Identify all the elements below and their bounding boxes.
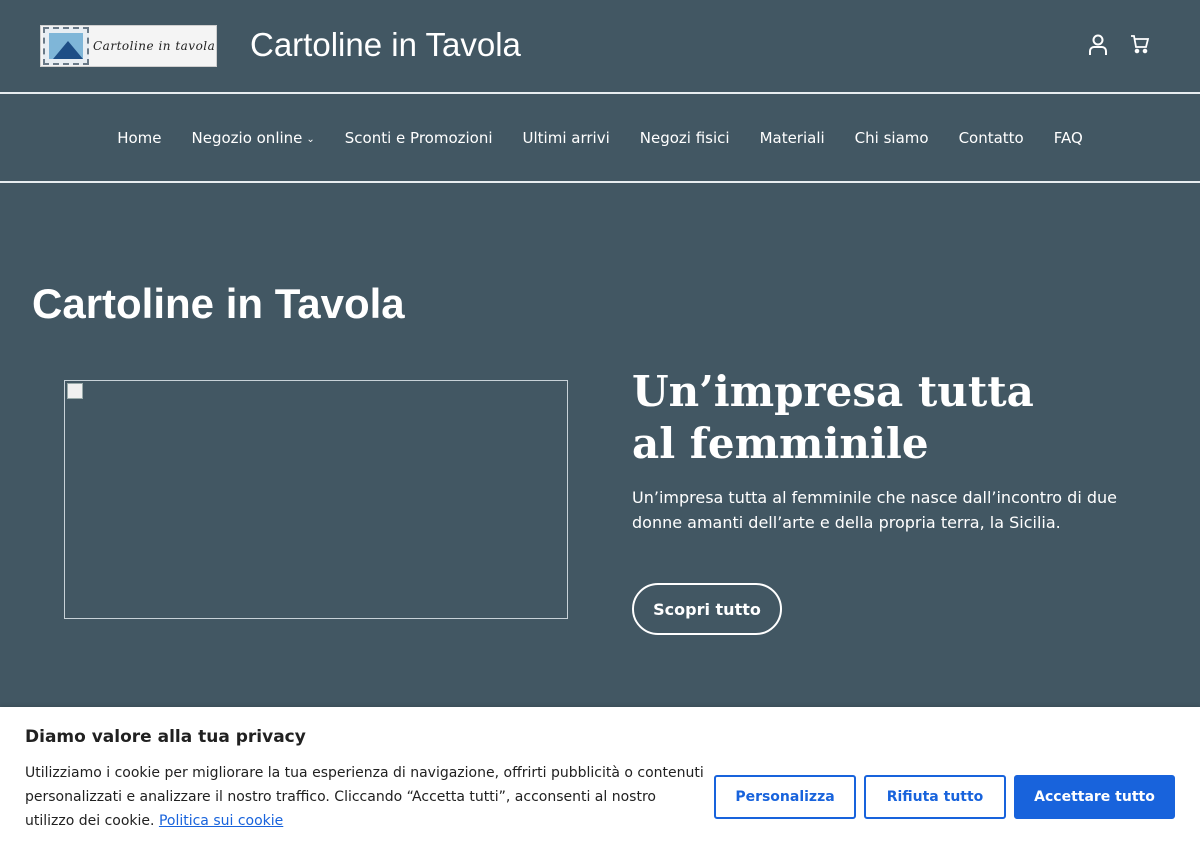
nav-item-chi-siamo[interactable]: Chi siamo [855,129,929,147]
nav-divider [0,181,1200,183]
main-nav: Home Negozio online ⌄ Sconti e Promozioni… [0,94,1200,181]
site-title[interactable]: Cartoline in Tavola [250,26,521,64]
stamp-icon [43,27,89,65]
cookie-policy-link[interactable]: Politica sui cookie [159,813,283,829]
hero-image [64,380,568,619]
broken-image-icon [67,383,83,399]
nav-item-faq[interactable]: FAQ [1054,129,1083,147]
cookie-text: Utilizziamo i cookie per migliorare la t… [25,765,704,829]
logo-text: Cartoline in tavola [93,39,216,53]
nav-item-contatto[interactable]: Contatto [959,129,1024,147]
discover-button[interactable]: Scopri tutto [632,583,782,635]
reject-all-button[interactable]: Rifiuta tutto [864,775,1006,819]
nav-item-home[interactable]: Home [117,129,161,147]
nav-item-materiali[interactable]: Materiali [760,129,825,147]
accept-all-button[interactable]: Accettare tutto [1014,775,1175,819]
cart-icon[interactable] [1130,34,1150,56]
hero-description: Un’impresa tutta al femminile che nasce … [632,488,1117,532]
page-title: Cartoline in Tavola [32,280,405,327]
customize-button[interactable]: Personalizza [714,775,856,819]
cookie-banner: Diamo valore alla tua privacy Utilizziam… [0,707,1200,850]
site-logo[interactable]: Cartoline in tavola [40,25,217,67]
nav-item-sconti[interactable]: Sconti e Promozioni [345,129,493,147]
chevron-down-icon: ⌄ [306,133,315,145]
hero-title: Un’impresa tutta al femminile [632,367,1034,468]
site-header: Cartoline in tavola Cartoline in Tavola [0,0,1200,92]
nav-item-negozi-fisici[interactable]: Negozi fisici [640,129,730,147]
header-icons [1088,34,1150,56]
nav-item-ultimi-arrivi[interactable]: Ultimi arrivi [523,129,610,147]
nav-item-negozio-online[interactable]: Negozio online ⌄ [192,129,315,147]
account-icon[interactable] [1088,34,1108,56]
cookie-title: Diamo valore alla tua privacy [25,727,306,747]
